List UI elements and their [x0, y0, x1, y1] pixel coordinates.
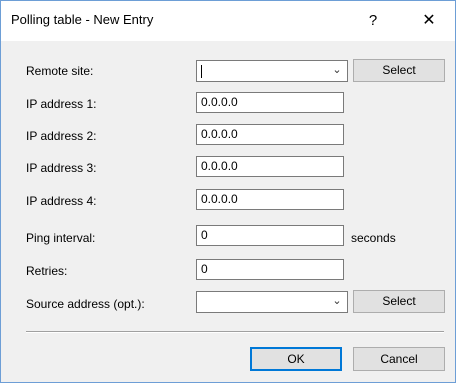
ip-address-4-input[interactable]: 0.0.0.0 [196, 189, 344, 210]
ok-button[interactable]: OK [250, 347, 342, 371]
chevron-down-icon[interactable]: ⌄ [331, 64, 343, 76]
remote-site-combo[interactable]: ⌄ [196, 60, 348, 82]
source-address-combo[interactable]: ⌄ [196, 291, 348, 313]
dialog-window: Polling table - New Entry ? ✕ Remote sit… [0, 0, 456, 383]
source-address-label: Source address (opt.): [26, 297, 145, 311]
ping-interval-input[interactable]: 0 [196, 225, 344, 246]
ping-interval-unit: seconds [351, 231, 396, 245]
window-title: Polling table - New Entry [11, 12, 154, 27]
help-icon[interactable]: ? [358, 10, 388, 32]
remote-site-label: Remote site: [26, 64, 94, 78]
ip-address-3-input[interactable]: 0.0.0.0 [196, 156, 344, 177]
ok-button-label: OK [287, 352, 305, 366]
ip-address-2-input[interactable]: 0.0.0.0 [196, 124, 344, 145]
ip-address-1-label: IP address 1: [26, 97, 97, 111]
ip-address-3-label: IP address 3: [26, 161, 97, 175]
retries-input[interactable]: 0 [196, 259, 344, 280]
text-caret [201, 65, 202, 78]
remote-site-select-label: Select [382, 63, 416, 77]
retries-label: Retries: [26, 264, 68, 278]
close-icon[interactable]: ✕ [414, 10, 444, 32]
remote-site-select-button[interactable]: Select [353, 59, 445, 82]
source-address-select-button[interactable]: Select [353, 290, 445, 313]
ping-interval-label: Ping interval: [26, 231, 96, 245]
footer-divider [26, 331, 444, 333]
cancel-button-label: Cancel [380, 352, 418, 366]
ip-address-4-label: IP address 4: [26, 194, 97, 208]
cancel-button[interactable]: Cancel [353, 347, 445, 371]
title-bar[interactable]: Polling table - New Entry ? ✕ [1, 1, 455, 41]
ip-address-1-input[interactable]: 0.0.0.0 [196, 92, 344, 113]
chevron-down-icon[interactable]: ⌄ [331, 295, 343, 307]
ip-address-2-label: IP address 2: [26, 129, 97, 143]
source-address-select-label: Select [382, 294, 416, 308]
